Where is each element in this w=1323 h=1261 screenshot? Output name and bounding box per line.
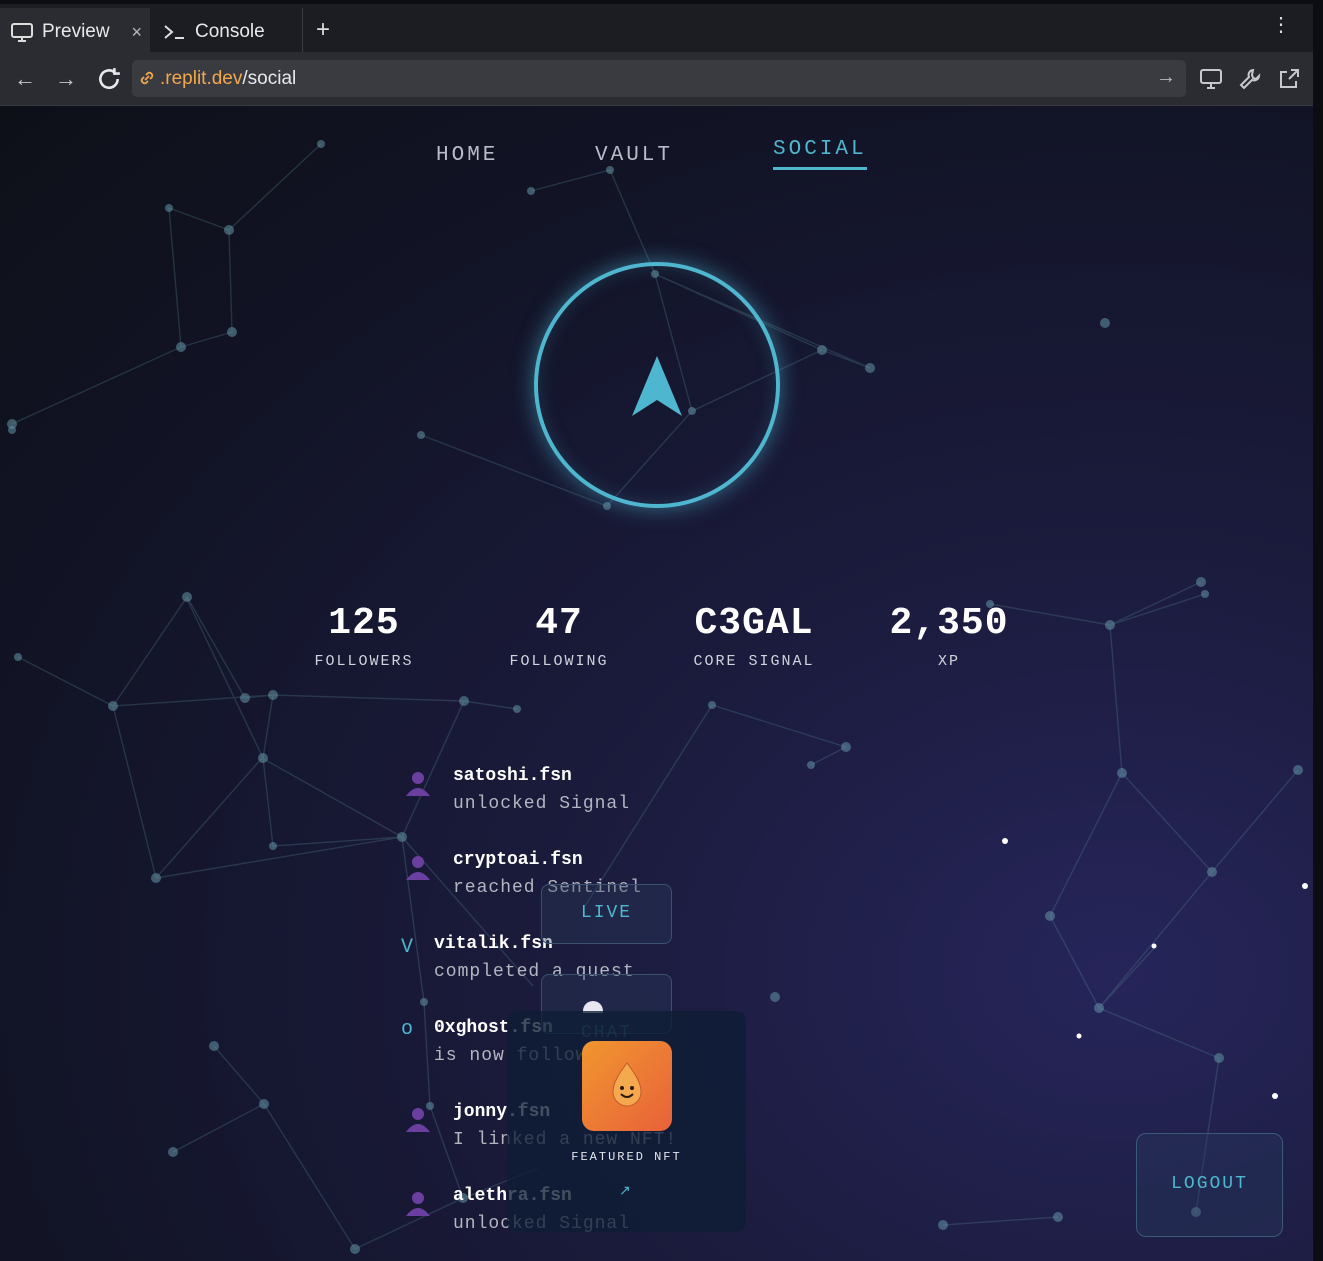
more-options-icon[interactable]: ⋮ [1271,15,1291,35]
open-external-icon[interactable] [1277,67,1301,91]
tab-preview[interactable]: Preview × [0,8,150,56]
nft-mascot-icon [582,1041,672,1131]
url-text: .replit.dev/social [160,68,297,89]
stat-value: C3GAL [694,602,814,645]
live-button[interactable]: LIVE [541,884,672,944]
avatar-icon [406,856,430,880]
close-tab-icon[interactable]: × [131,22,142,43]
tab-preview-label: Preview [42,21,110,42]
stat-label: FOLLOWING [509,653,609,670]
wrench-icon[interactable] [1238,67,1262,91]
avatar-icon [406,772,430,796]
stat-label: FOLLOWERS [314,653,414,670]
external-link-icon[interactable]: ↗ [619,1182,631,1199]
tab-console[interactable]: Console [151,8,303,56]
browser-tab-bar: Preview × Console + ⋮ [0,0,1313,56]
tab-console-label: Console [195,21,265,42]
feed-marker: o [401,1018,414,1041]
stat-followers: 125 FOLLOWERS [274,602,454,670]
address-field[interactable]: .replit.dev/social → [132,60,1186,97]
forward-icon[interactable]: → [53,66,79,92]
new-tab-button[interactable]: + [316,18,330,42]
avatar-icon [406,1108,430,1132]
go-arrow-icon[interactable]: → [1156,66,1176,89]
link-icon [140,71,154,85]
devices-icon[interactable] [1199,67,1223,91]
browser-url-bar: ← → .replit.dev/social → [0,52,1313,106]
stat-xp: 2,350 XP [859,602,1039,670]
stat-value: 47 [535,602,583,645]
stat-core-signal: C3GAL CORE SIGNAL [664,602,844,670]
logout-button[interactable]: LOGOUT [1136,1133,1283,1237]
nav-vault[interactable]: VAULT [595,144,673,167]
social-page: HOME VAULT SOCIAL 125 FOLLOWERS 47 FOLLO… [0,106,1313,1261]
main-nav: HOME VAULT SOCIAL [0,138,1313,182]
nav-social[interactable]: SOCIAL [773,138,867,170]
feed-username: satoshi.fsn [453,766,572,786]
stat-value: 125 [328,602,400,645]
reload-icon[interactable] [96,66,122,92]
feed-item[interactable]: satoshi.fsn unlocked Signal [453,766,630,814]
featured-nft-label: FEATURED NFT [571,1150,682,1164]
stat-label: CORE SIGNAL [693,653,815,670]
feed-marker: V [401,936,414,959]
stat-value: 2,350 [889,602,1009,645]
stat-following: 47 FOLLOWING [469,602,649,670]
window-edge [1313,0,1323,1261]
arrow-emblem-icon [632,356,682,416]
stat-label: XP [937,653,960,670]
feed-action: unlocked Signal [453,794,631,814]
monitor-icon [11,23,33,42]
feed-username: cryptoai.fsn [453,850,583,870]
terminal-icon [164,25,184,39]
nav-home[interactable]: HOME [436,144,498,167]
avatar-icon [406,1192,430,1216]
back-icon[interactable]: ← [12,66,38,92]
